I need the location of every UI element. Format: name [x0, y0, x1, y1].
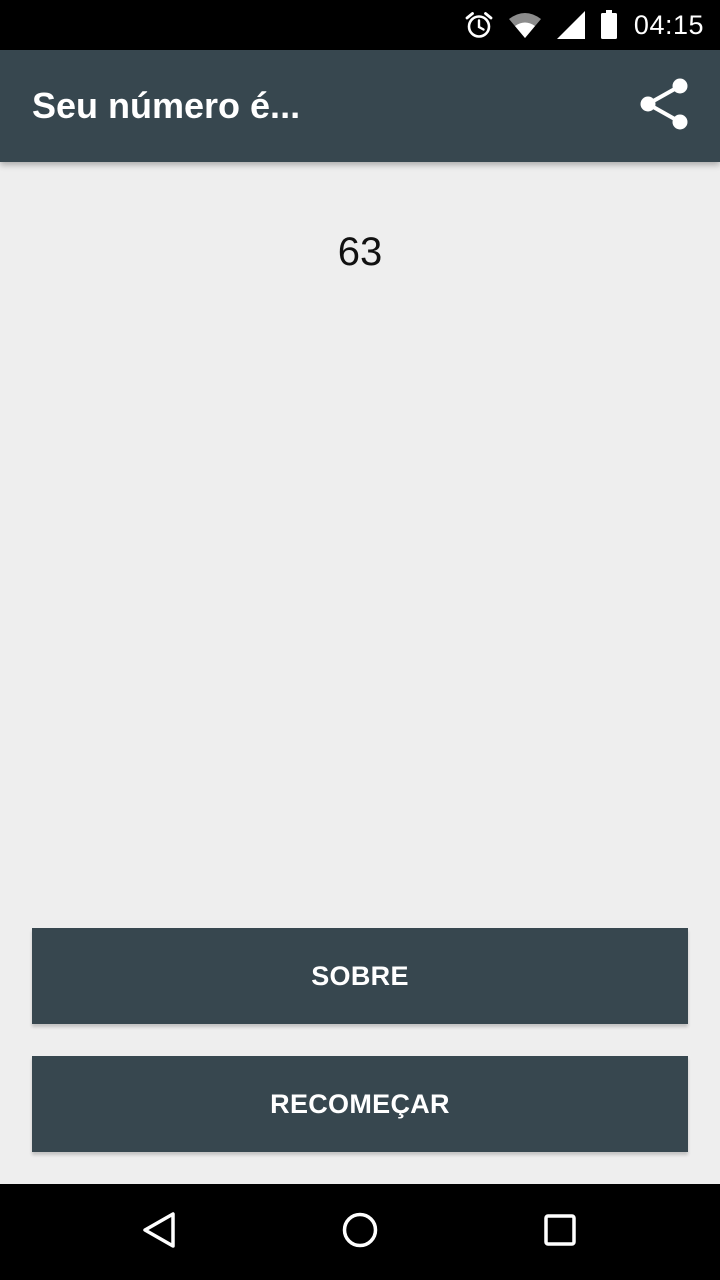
share-button[interactable] — [632, 74, 696, 138]
battery-icon — [600, 10, 618, 40]
status-time: 04:15 — [633, 9, 704, 40]
status-bar: 04:15 — [0, 0, 720, 50]
share-icon — [638, 76, 690, 137]
app-bar: Seu número é... — [0, 50, 720, 162]
home-icon — [340, 1210, 380, 1255]
signal-icon — [556, 10, 586, 40]
back-button[interactable] — [128, 1200, 192, 1264]
wifi-icon — [508, 11, 542, 39]
home-button[interactable] — [328, 1200, 392, 1264]
back-icon — [140, 1210, 180, 1255]
navigation-bar — [0, 1184, 720, 1280]
restart-button[interactable]: RECOMEÇAR — [32, 1056, 688, 1152]
page-title: Seu número é... — [32, 85, 301, 126]
status-icons: 04:15 — [450, 0, 704, 50]
recents-button[interactable] — [528, 1200, 592, 1264]
alarm-icon — [464, 10, 494, 40]
result-number: 63 — [337, 230, 383, 274]
recents-icon — [540, 1210, 580, 1255]
about-button[interactable]: SOBRE — [32, 928, 688, 1024]
